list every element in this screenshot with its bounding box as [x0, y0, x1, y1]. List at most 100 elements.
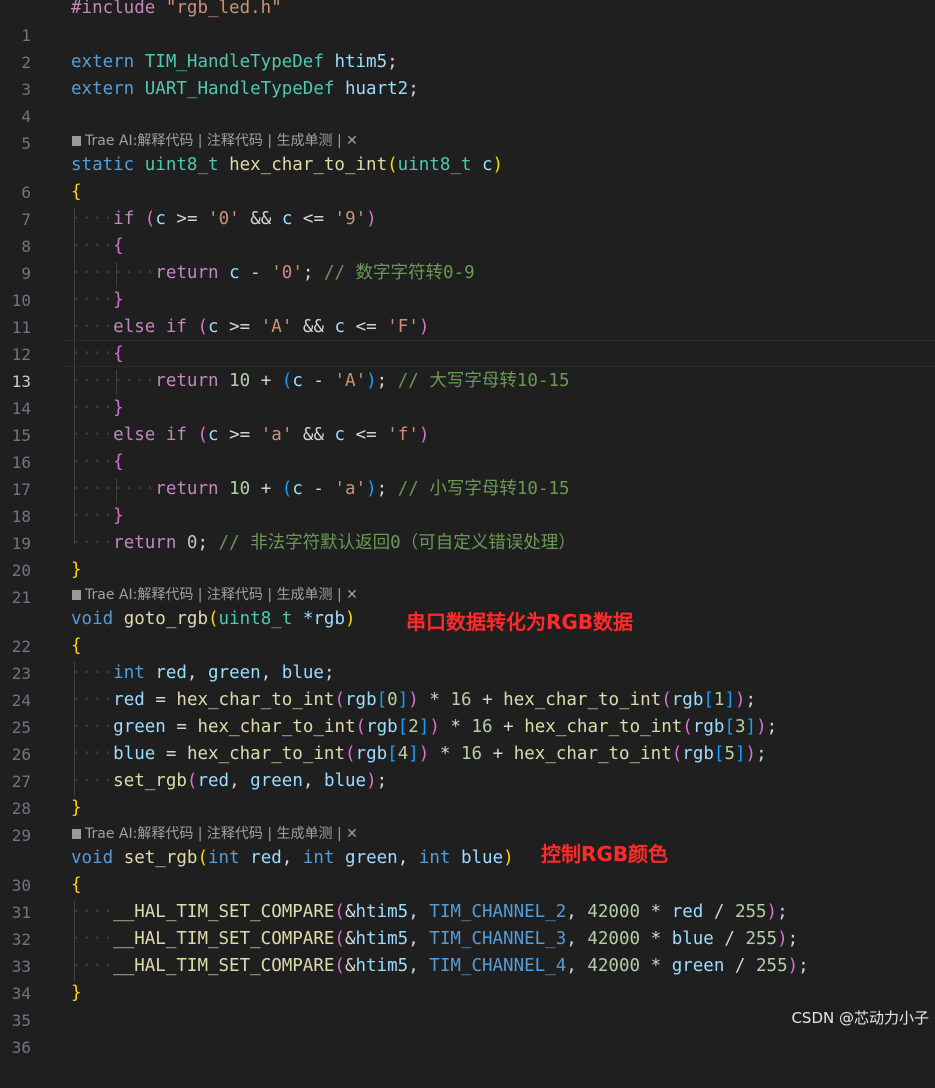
operator: & — [344, 902, 356, 922]
char-literal: 'a' — [334, 479, 367, 499]
identifier: c — [155, 209, 166, 229]
macro-call: __HAL_TIM_SET_COMPARE — [113, 956, 335, 976]
operator: + — [503, 717, 514, 737]
code-line[interactable]: 17 ····{ — [0, 449, 935, 499]
keyword: return — [113, 533, 177, 553]
code-line[interactable]: 20 ····return 0; // 非法字符默认返回0（可自定义错误处理） — [0, 530, 935, 580]
code-line[interactable]: 7 { — [0, 179, 935, 229]
bracket: ( — [281, 371, 293, 391]
operator: <= — [355, 317, 377, 337]
code-lens[interactable]: Trae AI:解释代码 | 注释代码 | 生成单测 | ✕ — [72, 131, 358, 151]
bracket: } — [71, 560, 82, 580]
code-line[interactable]: 16 ····else if (c >= 'a' && c <= 'f') — [0, 422, 935, 472]
bracket: ) — [366, 771, 377, 791]
macro-call: __HAL_TIM_SET_COMPARE — [113, 902, 335, 922]
macro-constant: TIM_CHANNEL_3 — [429, 929, 567, 949]
punct: , — [408, 902, 419, 922]
operator: = — [165, 744, 177, 764]
operator: - — [313, 479, 324, 499]
code-line[interactable]: 31 { — [0, 872, 935, 922]
keyword: if — [113, 209, 135, 229]
identifier: green — [208, 663, 261, 683]
number-literal: 16 — [471, 717, 493, 737]
code-line[interactable]: 29 } — [0, 795, 935, 845]
code-line-active[interactable]: 13 ····{ — [0, 341, 935, 391]
code-line[interactable]: 14 ········return 10 + (c - 'A'); // 大写字… — [0, 368, 935, 418]
bracket: ( — [208, 609, 219, 629]
bracket: { — [71, 182, 82, 202]
code-line[interactable]: 35 } — [0, 980, 935, 1030]
bracket: { — [113, 344, 124, 364]
punct: ; — [756, 744, 767, 764]
keyword: else — [113, 317, 156, 337]
punct: ; — [798, 956, 809, 976]
bracket: ) — [418, 744, 430, 764]
bracket: ) — [366, 209, 377, 229]
code-lens[interactable]: Trae AI:解释代码 | 注释代码 | 生成单测 | ✕ — [72, 824, 358, 844]
identifier: rgb — [345, 690, 377, 710]
function-call: hex_char_to_int — [186, 744, 345, 764]
code-line[interactable]: 11 ····} — [0, 287, 935, 337]
identifier: red — [671, 902, 704, 922]
code-line[interactable]: 4 extern UART_HandleTypeDef huart2; — [0, 76, 935, 126]
char-literal: '9' — [334, 209, 367, 229]
bracket: ( — [355, 717, 367, 737]
code-line[interactable]: 21 } — [0, 557, 935, 607]
code-line[interactable]: 30 void set_rgb(int red, int green, int … — [0, 845, 935, 895]
code-line[interactable]: 34 ····__HAL_TIM_SET_COMPARE(&htim5, TIM… — [0, 953, 935, 1003]
code-lens[interactable]: Trae AI:解释代码 | 注释代码 | 生成单测 | ✕ — [72, 585, 358, 605]
number-literal: 10 — [229, 479, 251, 499]
code-line[interactable]: 33 ····__HAL_TIM_SET_COMPARE(&htim5, TIM… — [0, 926, 935, 976]
code-line[interactable]: 12 ····else if (c >= 'A' && c <= 'F') — [0, 314, 935, 364]
code-line[interactable]: 23 { — [0, 633, 935, 683]
identifier: c — [292, 479, 303, 499]
punct: ; — [376, 371, 388, 391]
number-literal: 16 — [460, 744, 483, 764]
bracket: ) — [503, 848, 514, 868]
code-line[interactable]: 6 static uint8_t hex_char_to_int(uint8_t… — [0, 152, 935, 202]
code-line[interactable]: 2 — [0, 22, 935, 72]
code-line[interactable]: 32 ····__HAL_TIM_SET_COMPARE(&htim5, TIM… — [0, 899, 935, 949]
bracket: ( — [661, 690, 672, 710]
operator: - — [250, 263, 261, 283]
code-line[interactable]: 15 ····} — [0, 395, 935, 445]
code-line[interactable]: 28 ····set_rgb(red, green, blue); — [0, 768, 935, 818]
code-line[interactable]: 10 ········return c - '0'; // 数字字符转0-9 — [0, 260, 935, 310]
identifier: c — [208, 317, 219, 337]
bracket: ) — [745, 744, 757, 764]
code-line[interactable]: 1 #include "rgb_led.h" — [0, 0, 935, 45]
punct: ; — [766, 717, 778, 737]
punct: ; — [787, 929, 799, 949]
operator: / — [734, 956, 746, 976]
function-call: hex_char_to_int — [503, 690, 662, 710]
code-line[interactable]: 5 — [0, 103, 935, 153]
code-lens-actions[interactable]: Trae AI:解释代码 | 注释代码 | 生成单测 | ✕ — [85, 826, 358, 842]
function-name: goto_rgb — [123, 609, 208, 629]
code-line[interactable]: 9 ····{ — [0, 233, 935, 283]
operator: && — [250, 209, 272, 229]
code-lens-actions[interactable]: Trae AI:解释代码 | 注释代码 | 生成单测 | ✕ — [85, 133, 358, 149]
operator: * — [650, 902, 662, 922]
keyword: int — [113, 663, 145, 683]
code-line[interactable]: 24 ····int red, green, blue; — [0, 660, 935, 710]
code-line[interactable]: 25 ····red = hex_char_to_int(rgb[0]) * 1… — [0, 687, 935, 737]
code-line[interactable]: 3 extern TIM_HandleTypeDef htim5; — [0, 49, 935, 99]
code-line[interactable]: 26 ····green = hex_char_to_int(rgb[2]) *… — [0, 714, 935, 764]
bracket: ( — [144, 209, 156, 229]
include-file: "rgb_led.h" — [165, 0, 282, 18]
code-line[interactable]: 8 ····if (c >= '0' && c <= '9') — [0, 206, 935, 256]
bracket: ( — [334, 956, 345, 976]
number-literal: 16 — [450, 690, 472, 710]
bracket: } — [113, 398, 124, 418]
code-line[interactable]: 27 ····blue = hex_char_to_int(rgb[4]) * … — [0, 741, 935, 791]
code-line[interactable]: 19 ····} — [0, 503, 935, 553]
keyword: return — [155, 263, 219, 283]
punct: ; — [323, 663, 335, 683]
operator: >= — [229, 317, 251, 337]
operator: && — [302, 425, 324, 445]
code-lens-actions[interactable]: Trae AI:解释代码 | 注释代码 | 生成单测 | ✕ — [85, 587, 358, 603]
code-line[interactable]: 18 ········return 10 + (c - 'a'); // 小写字… — [0, 476, 935, 526]
char-literal: 'a' — [260, 425, 293, 445]
number-literal: 1 — [713, 690, 725, 710]
type-name: UART_HandleTypeDef — [144, 79, 335, 99]
